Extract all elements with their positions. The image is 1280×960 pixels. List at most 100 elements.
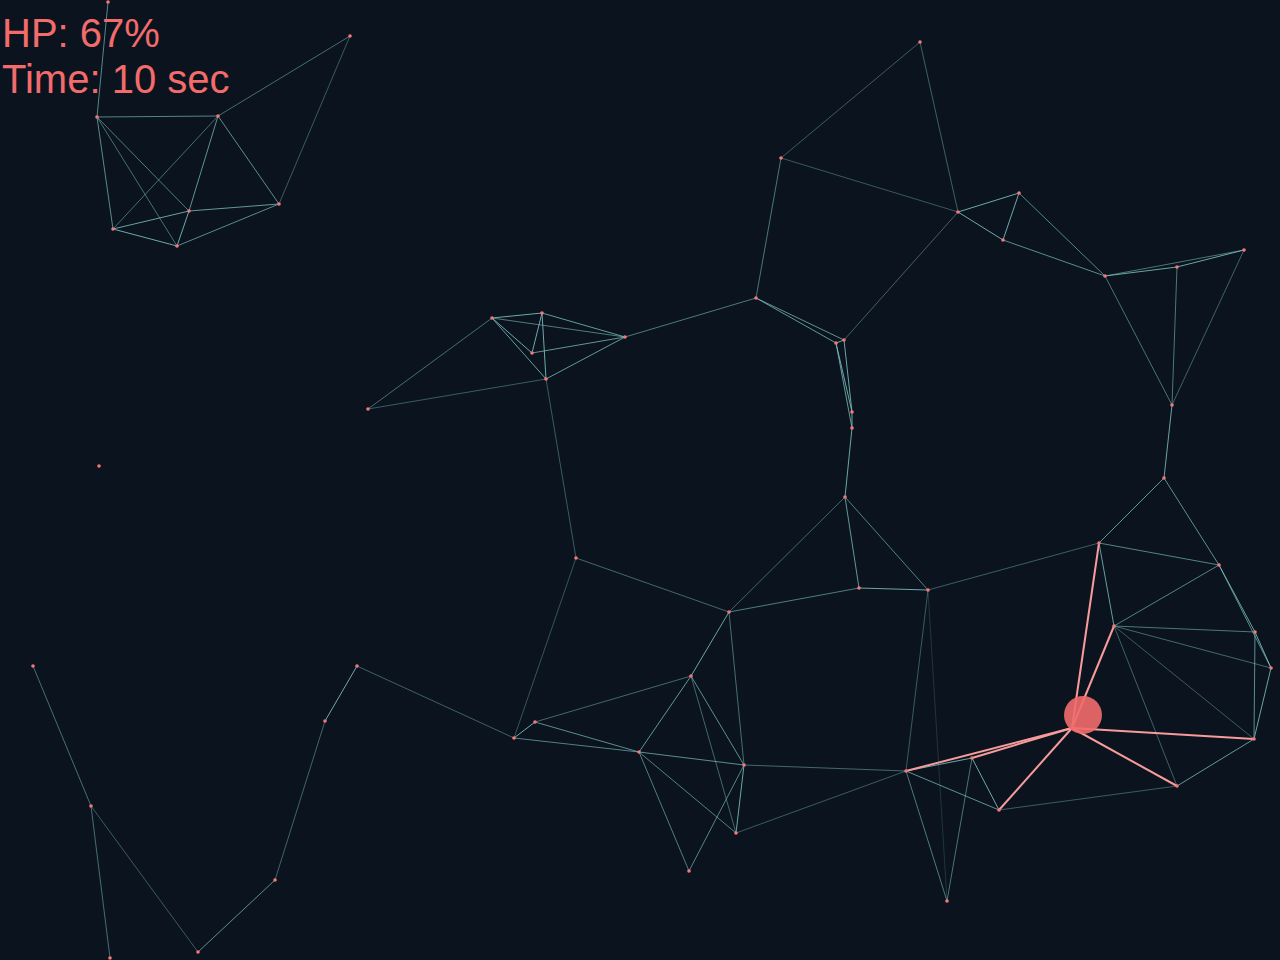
node (904, 769, 908, 773)
hp-label: HP: 67% (2, 10, 229, 56)
node (689, 674, 693, 678)
edge (97, 116, 218, 117)
edge (492, 318, 546, 379)
edge (906, 771, 999, 810)
edge (1099, 478, 1164, 543)
node (111, 227, 115, 231)
edge (1099, 543, 1114, 626)
edge (532, 313, 542, 353)
edge (1172, 267, 1177, 405)
node (1112, 624, 1116, 628)
edge (542, 313, 625, 337)
node (779, 156, 783, 160)
edge (576, 558, 729, 612)
edge (218, 116, 279, 204)
node (175, 244, 179, 248)
edge (177, 204, 279, 246)
edge (756, 298, 836, 343)
node (1252, 737, 1256, 741)
edge (113, 116, 218, 229)
node (323, 719, 327, 723)
node (533, 720, 537, 724)
edge (836, 343, 852, 428)
edge (542, 313, 546, 379)
node (970, 756, 974, 760)
node (490, 316, 494, 320)
edge (91, 806, 110, 958)
edge (1019, 193, 1105, 276)
node (926, 588, 930, 592)
edge (625, 298, 756, 337)
edge (906, 771, 947, 901)
edge (1105, 276, 1172, 405)
edge (928, 590, 947, 901)
edge (844, 340, 852, 412)
edge (1114, 565, 1219, 626)
node (850, 410, 854, 414)
edge (1164, 405, 1172, 478)
edge (1114, 626, 1255, 632)
time-label: Time: 10 sec (2, 56, 229, 102)
edge (781, 42, 920, 158)
node (1170, 403, 1174, 407)
player-link (999, 728, 1072, 810)
node (727, 610, 731, 614)
node (95, 115, 99, 119)
edge (546, 337, 625, 379)
player-link (906, 728, 1072, 771)
edge (279, 36, 350, 204)
node (108, 956, 112, 960)
node (216, 114, 220, 118)
edge (1177, 250, 1244, 267)
edge (546, 379, 576, 558)
edge (189, 116, 218, 211)
node (31, 664, 35, 668)
edge (368, 318, 492, 409)
edge (729, 612, 744, 765)
node (512, 736, 516, 740)
network-board (0, 0, 1280, 960)
player[interactable] (1064, 696, 1102, 734)
player-link (1072, 728, 1254, 739)
node (355, 664, 359, 668)
edge (532, 337, 625, 353)
edge (845, 428, 852, 497)
edge (736, 771, 906, 833)
node (1017, 191, 1021, 195)
edge (689, 765, 744, 871)
edge (514, 738, 639, 752)
edge (1172, 250, 1244, 405)
edge (1177, 739, 1254, 786)
player-link (1072, 728, 1177, 786)
node (1175, 265, 1179, 269)
edge (177, 211, 189, 246)
node (918, 40, 922, 44)
edge (906, 590, 928, 771)
edge (368, 379, 546, 409)
edge (844, 212, 958, 340)
edge (218, 36, 350, 116)
edge (756, 158, 781, 298)
edge (639, 752, 744, 765)
edge (729, 497, 845, 612)
node (687, 869, 691, 873)
node (742, 763, 746, 767)
edge (33, 666, 91, 806)
edge (845, 497, 928, 590)
edge (1105, 267, 1177, 276)
edge (691, 676, 744, 765)
edge (275, 721, 325, 880)
node (196, 950, 200, 954)
edge (113, 229, 177, 246)
node (187, 209, 191, 213)
edge (325, 666, 357, 721)
edge (113, 211, 189, 229)
edge (691, 612, 729, 676)
node (997, 808, 1001, 812)
node (1269, 666, 1273, 670)
node (1001, 238, 1005, 242)
node (530, 351, 534, 355)
node (843, 495, 847, 499)
edge (357, 666, 514, 738)
edge (91, 806, 198, 952)
